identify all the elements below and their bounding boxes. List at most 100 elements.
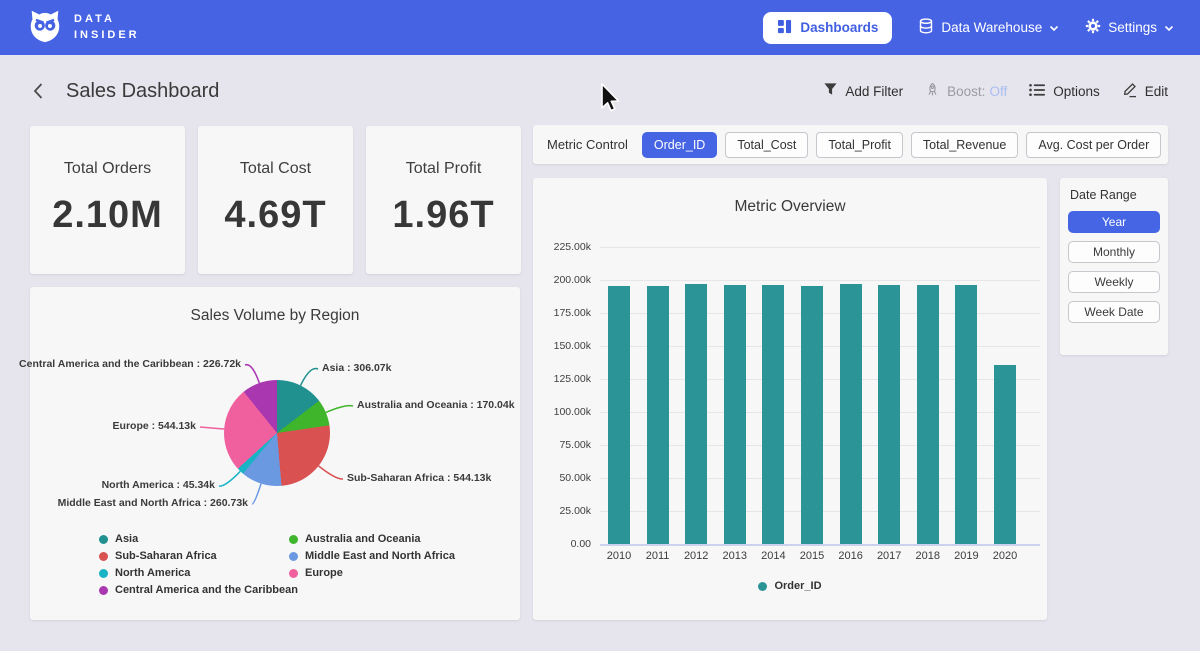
pie-legend-column: Australia and Oceania Middle East and Nor… — [289, 533, 455, 579]
legend-item[interactable]: Central America and the Caribbean — [99, 584, 298, 596]
pie-leader-line — [200, 427, 224, 429]
legend-item[interactable]: Europe — [289, 567, 455, 579]
list-options-icon — [1029, 83, 1046, 100]
pie-leader-line — [252, 484, 261, 505]
kpi-value: 4.69T — [224, 194, 326, 237]
x-axis-tick: 2011 — [636, 550, 680, 562]
bar-2020[interactable] — [994, 365, 1016, 544]
legend-dot — [99, 552, 108, 561]
y-axis-tick: 225.00k — [539, 241, 591, 253]
legend-label: Middle East and North Africa — [305, 550, 455, 562]
gridline — [600, 280, 1040, 281]
pie-legend-column: Asia Sub-Saharan Africa North America Centr… — [99, 533, 298, 596]
metric-option-avg-cost-per-order[interactable]: Avg. Cost per Order — [1026, 132, 1161, 158]
bar-2013[interactable] — [724, 285, 746, 544]
metric-option-order-id[interactable]: Order_ID — [642, 132, 717, 158]
metric-control-bar: Metric Control Order_IDTotal_CostTotal_P… — [533, 125, 1168, 164]
pie-slice-label: Sub-Saharan Africa : 544.13k — [347, 472, 491, 484]
y-axis-tick: 75.00k — [539, 439, 591, 451]
kpi-card: Total Profit 1.96T — [366, 126, 521, 274]
bar-2014[interactable] — [762, 285, 784, 544]
pie-leader-line — [245, 365, 259, 383]
owl-logo-icon — [26, 6, 64, 49]
bar-2016[interactable] — [840, 284, 862, 544]
legend-item[interactable]: Australia and Oceania — [289, 533, 455, 545]
date-range-weekly[interactable]: Weekly — [1068, 271, 1160, 293]
x-axis-tick: 2020 — [983, 550, 1027, 562]
metric-option-total-cost[interactable]: Total_Cost — [725, 132, 808, 158]
pie-slice-label: Europe : 544.13k — [113, 420, 196, 432]
y-axis-tick: 100.00k — [539, 406, 591, 418]
back-button[interactable] — [32, 82, 44, 100]
y-axis-tick: 125.00k — [539, 373, 591, 385]
kpi-label: Total Profit — [406, 160, 482, 178]
bar-2017[interactable] — [878, 285, 900, 544]
date-range-monthly[interactable]: Monthly — [1068, 241, 1160, 263]
pie-leader-line — [301, 369, 319, 386]
legend-item[interactable]: North America — [99, 567, 298, 579]
y-axis-tick: 200.00k — [539, 274, 591, 286]
brand-logo[interactable]: DATA INSIDER — [26, 6, 140, 49]
pie-leader-line — [219, 471, 240, 486]
pie-slice-label: Middle East and North Africa : 260.73k — [58, 497, 248, 509]
options-button[interactable]: Options — [1029, 83, 1100, 100]
pie-chart[interactable] — [224, 380, 330, 486]
settings-menu[interactable]: Settings — [1085, 18, 1174, 37]
x-axis-tick: 2010 — [597, 550, 641, 562]
kpi-value: 1.96T — [392, 194, 494, 237]
x-axis-tick: 2017 — [867, 550, 911, 562]
bar-2019[interactable] — [955, 285, 977, 544]
pie-slice-label: Central America and the Caribbean : 226.… — [19, 358, 241, 370]
dashboards-button[interactable]: Dashboards — [763, 12, 892, 44]
dashboards-label: Dashboards — [800, 20, 878, 35]
rocket-icon — [925, 82, 940, 101]
legend-label: North America — [115, 567, 190, 579]
boost-toggle[interactable]: Boost: Off — [925, 82, 1007, 101]
date-range-title: Date Range — [1070, 188, 1160, 202]
gridline — [600, 544, 1040, 546]
add-filter-button[interactable]: Add Filter — [823, 82, 903, 100]
pie-leader-line — [326, 406, 353, 413]
date-range-year[interactable]: Year — [1068, 211, 1160, 233]
legend-dot — [758, 582, 767, 591]
metric-option-total-profit[interactable]: Total_Profit — [816, 132, 903, 158]
legend-label: Central America and the Caribbean — [115, 584, 298, 596]
legend-item[interactable]: Asia — [99, 533, 298, 545]
data-warehouse-label: Data Warehouse — [941, 20, 1042, 35]
boost-status: Off — [989, 84, 1007, 99]
x-axis-tick: 2012 — [674, 550, 718, 562]
bar-2011[interactable] — [647, 286, 669, 544]
legend-item[interactable]: Sub-Saharan Africa — [99, 550, 298, 562]
kpi-label: Total Cost — [240, 160, 311, 178]
gear-icon — [1085, 18, 1101, 37]
chevron-down-icon — [1164, 20, 1174, 35]
dashboard-grid-icon — [777, 19, 792, 37]
x-axis-tick: 2019 — [944, 550, 988, 562]
pie-slice-label: Asia : 306.07k — [322, 362, 391, 374]
kpi-card: Total Cost 4.69T — [198, 126, 353, 274]
metric-buttons: Order_ID Total_Cost Total_Profit Total_Reve… — [642, 132, 1161, 158]
bar-2018[interactable] — [917, 285, 939, 544]
y-axis-tick: 0.00 — [539, 538, 591, 550]
edit-button[interactable]: Edit — [1122, 81, 1168, 101]
page-title: Sales Dashboard — [66, 80, 219, 103]
bar-2010[interactable] — [608, 286, 630, 544]
chevron-down-icon — [1049, 20, 1059, 35]
gridline — [600, 247, 1040, 248]
legend-label: Europe — [305, 567, 343, 579]
bar-chart-plot: 225.00k200.00k175.00k150.00k125.00k100.0… — [533, 178, 1047, 620]
bar-2015[interactable] — [801, 286, 823, 544]
legend-dot — [289, 569, 298, 578]
legend-dot — [99, 535, 108, 544]
bar-2012[interactable] — [685, 284, 707, 544]
metric-option-total-revenue[interactable]: Total_Revenue — [911, 132, 1018, 158]
settings-label: Settings — [1108, 20, 1157, 35]
legend-label: Asia — [115, 533, 138, 545]
bar-chart-legend[interactable]: Order_ID — [533, 580, 1047, 592]
data-warehouse-menu[interactable]: Data Warehouse — [918, 18, 1059, 37]
y-axis-tick: 175.00k — [539, 307, 591, 319]
x-axis-tick: 2016 — [829, 550, 873, 562]
legend-item[interactable]: Middle East and North Africa — [289, 550, 455, 562]
date-range-week-date[interactable]: Week Date — [1068, 301, 1160, 323]
top-navbar: DATA INSIDER Dashboards Da — [0, 0, 1200, 55]
